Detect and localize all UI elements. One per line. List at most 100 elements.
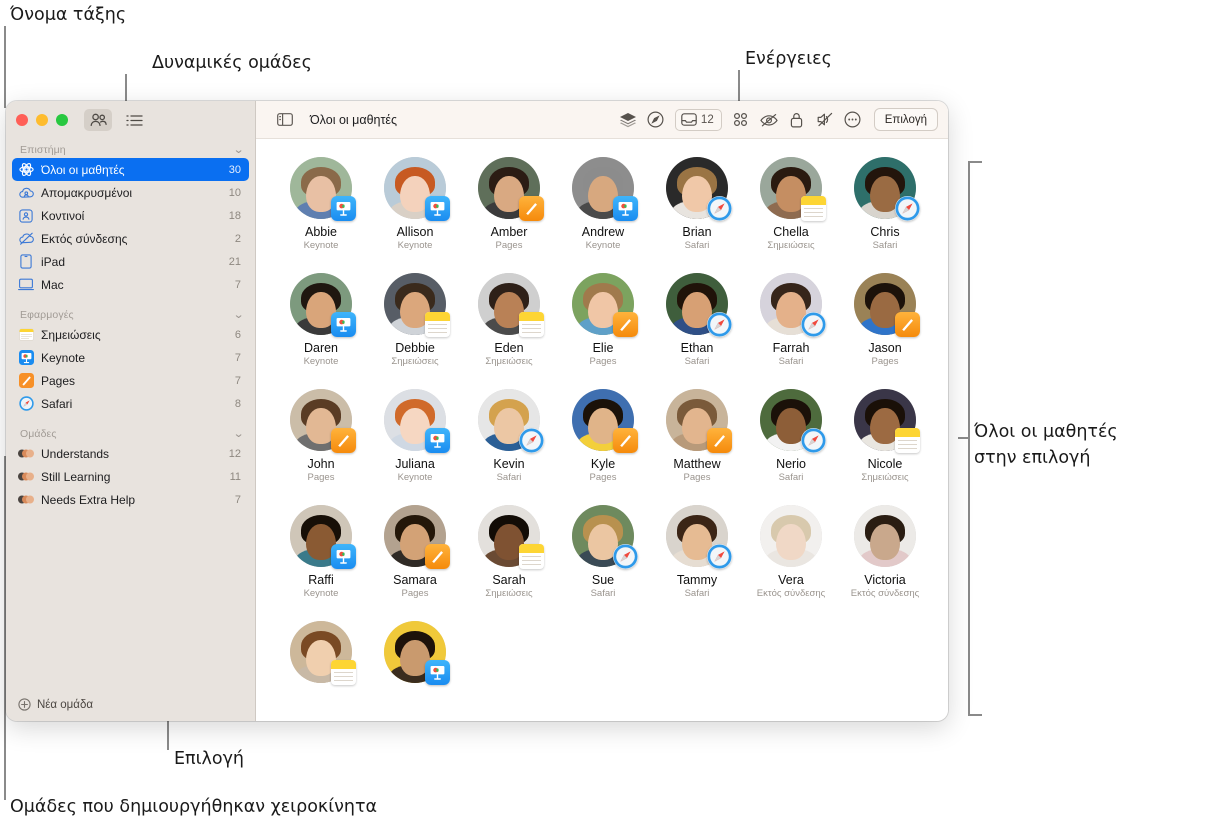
student-name: Brian xyxy=(682,225,712,239)
pages-badge-icon xyxy=(613,428,638,453)
student-card[interactable]: Nicole Σημειώσεις xyxy=(838,389,932,483)
bracket-selection-bottom xyxy=(968,714,982,716)
student-card[interactable]: Victoria Εκτός σύνδεσης xyxy=(838,505,932,599)
layers-icon[interactable] xyxy=(615,108,641,132)
sidebar-item-count: 10 xyxy=(228,186,241,199)
sidebar-section-header[interactable]: Επιστήμη ⌄ xyxy=(6,141,255,158)
sidebar-item-όλοι-οι-μαθητές[interactable]: Όλοι οι μαθητές 30 xyxy=(12,158,249,181)
more-icon[interactable] xyxy=(840,108,866,132)
avatar-wrapper xyxy=(290,621,356,685)
student-card[interactable] xyxy=(274,621,368,685)
leader-actions-v xyxy=(738,70,740,104)
avatar-wrapper xyxy=(760,157,826,221)
student-status: Pages xyxy=(589,356,617,367)
students-grid: Abbie Keynote Allison Keynote Amber Pages Andr… xyxy=(274,157,932,685)
sidebar-item-σημειώσεις[interactable]: Σημειώσεις 6 xyxy=(12,323,249,346)
page-title: Όλοι οι μαθητές xyxy=(310,112,398,127)
student-card[interactable]: Elie Pages xyxy=(556,273,650,367)
student-card[interactable]: Farrah Safari xyxy=(744,273,838,367)
chevron-down-icon[interactable]: ⌄ xyxy=(233,144,245,156)
student-card[interactable]: Sue Safari xyxy=(556,505,650,599)
sidebar-titlebar xyxy=(6,101,255,139)
sidebar-item-κοντινοί[interactable]: Κοντινοί 18 xyxy=(12,204,249,227)
student-name: Daren xyxy=(303,341,339,355)
keynote-badge-icon xyxy=(331,312,356,337)
student-card[interactable]: Ethan Safari xyxy=(650,273,744,367)
sidebar-sections[interactable]: Επιστήμη ⌄ Όλοι οι μαθητές 30 Απομακρυσμέν… xyxy=(6,139,255,687)
sidebar-item-pages[interactable]: Pages 7 xyxy=(12,369,249,392)
sidebar-item-mac[interactable]: Mac 7 xyxy=(12,273,249,296)
minimize-button[interactable] xyxy=(36,114,48,126)
keynote-badge-icon xyxy=(331,196,356,221)
student-card[interactable]: Allison Keynote xyxy=(368,157,462,251)
students-scroll-area[interactable]: Abbie Keynote Allison Keynote Amber Pages Andr… xyxy=(256,139,948,721)
group-avatars-icon xyxy=(18,469,34,485)
student-card[interactable]: Daren Keynote xyxy=(274,273,368,367)
student-card[interactable] xyxy=(368,621,462,685)
hide-screen-icon[interactable] xyxy=(756,108,782,132)
lock-icon[interactable] xyxy=(784,108,810,132)
zoom-button[interactable] xyxy=(56,114,68,126)
student-card[interactable]: Juliana Keynote xyxy=(368,389,462,483)
people-view-button[interactable] xyxy=(84,109,112,131)
student-card[interactable]: Andrew Keynote xyxy=(556,157,650,251)
sidebar-item-εκτός-σύνδεσης[interactable]: Εκτός σύνδεσης 2 xyxy=(12,227,249,250)
navigate-icon[interactable] xyxy=(643,108,669,132)
list-view-button[interactable] xyxy=(120,109,148,131)
avatar-wrapper xyxy=(666,389,732,453)
select-button[interactable]: Επιλογή xyxy=(873,108,938,131)
new-group-button[interactable]: Νέα ομάδα xyxy=(6,687,255,721)
inbox-icon[interactable]: 12 xyxy=(674,108,722,131)
cloud-person-icon xyxy=(18,185,34,201)
ipad-icon xyxy=(18,254,34,270)
plus-circle-icon xyxy=(18,698,31,711)
close-button[interactable] xyxy=(16,114,28,126)
student-card[interactable]: Abbie Keynote xyxy=(274,157,368,251)
sidebar-item-label: iPad xyxy=(41,254,66,269)
chevron-down-icon[interactable]: ⌄ xyxy=(233,428,245,440)
student-card[interactable]: Samara Pages xyxy=(368,505,462,599)
student-card[interactable]: Kevin Safari xyxy=(462,389,556,483)
sidebar-item-needs-extra-help[interactable]: Needs Extra Help 7 xyxy=(12,488,249,511)
sidebar-section-header[interactable]: Εφαρμογές ⌄ xyxy=(6,306,255,323)
callout-selection: Επιλογή xyxy=(174,749,245,769)
sidebar-item-still-learning[interactable]: Still Learning 11 xyxy=(12,465,249,488)
sidebar-section-header[interactable]: Ομάδες ⌄ xyxy=(6,425,255,442)
student-status: Keynote xyxy=(397,472,433,483)
student-card[interactable]: Nerio Safari xyxy=(744,389,838,483)
avatar xyxy=(760,505,822,567)
sidebar-item-count: 8 xyxy=(234,397,241,410)
student-card[interactable]: Tammy Safari xyxy=(650,505,744,599)
apps-grid-icon[interactable] xyxy=(728,108,754,132)
callout-manual-groups: Ομάδες που δημιουργήθηκαν χειροκίνητα xyxy=(10,797,378,817)
student-card[interactable]: Sarah Σημειώσεις xyxy=(462,505,556,599)
mute-icon[interactable] xyxy=(812,108,838,132)
student-status: Safari xyxy=(778,356,804,367)
sidebar-item-keynote[interactable]: Keynote 7 xyxy=(12,346,249,369)
student-card[interactable]: Vera Εκτός σύνδεσης xyxy=(744,505,838,599)
student-card[interactable]: Kyle Pages xyxy=(556,389,650,483)
student-card[interactable]: Eden Σημειώσεις xyxy=(462,273,556,367)
student-card[interactable]: Amber Pages xyxy=(462,157,556,251)
student-card[interactable]: Jason Pages xyxy=(838,273,932,367)
student-card[interactable]: Raffi Keynote xyxy=(274,505,368,599)
student-status: Σημειώσεις xyxy=(861,472,909,483)
cloud-slash-icon xyxy=(18,231,34,247)
student-card[interactable]: Matthew Pages xyxy=(650,389,744,483)
window-controls xyxy=(16,114,68,126)
student-card[interactable]: John Pages xyxy=(274,389,368,483)
mac-icon xyxy=(18,277,34,293)
student-card[interactable]: Brian Safari xyxy=(650,157,744,251)
chevron-down-icon[interactable]: ⌄ xyxy=(233,309,245,321)
sidebar-toggle-icon[interactable] xyxy=(272,108,298,132)
sidebar-item-ipad[interactable]: iPad 21 xyxy=(12,250,249,273)
avatar-wrapper xyxy=(760,389,826,453)
sidebar-item-label: Κοντινοί xyxy=(41,208,85,223)
student-card[interactable]: Chella Σημειώσεις xyxy=(744,157,838,251)
sidebar-item-safari[interactable]: Safari 8 xyxy=(12,392,249,415)
sidebar-item-understands[interactable]: Understands 12 xyxy=(12,442,249,465)
callout-all-students-line2: στην επιλογή xyxy=(974,448,1091,468)
sidebar-item-απομακρυσμένοι[interactable]: Απομακρυσμένοι 10 xyxy=(12,181,249,204)
student-card[interactable]: Chris Safari xyxy=(838,157,932,251)
student-card[interactable]: Debbie Σημειώσεις xyxy=(368,273,462,367)
